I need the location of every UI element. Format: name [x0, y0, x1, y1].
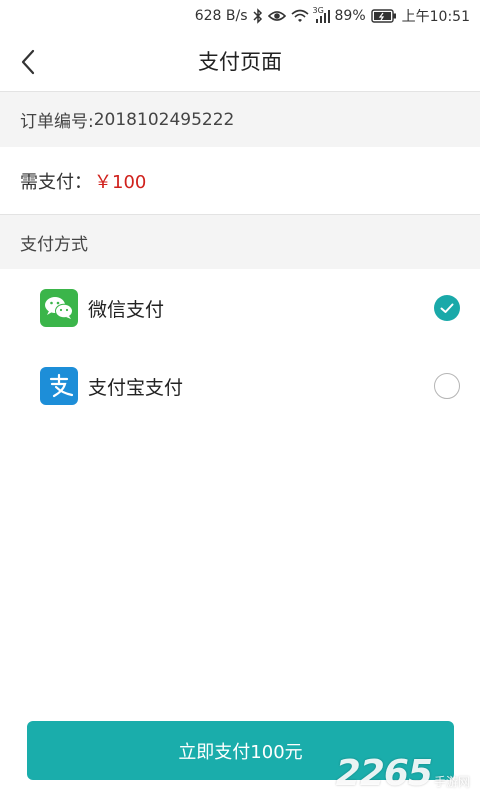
- signal-icon: 3G: [312, 6, 330, 23]
- amount-row: 需支付： ￥100: [0, 147, 480, 215]
- pay-now-button[interactable]: 立即支付100元: [27, 721, 454, 780]
- order-number-row: 订单编号: 2018102495222: [0, 92, 480, 147]
- order-number-value: 2018102495222: [93, 109, 235, 130]
- check-icon: [440, 303, 454, 313]
- radio-unchecked[interactable]: [434, 373, 460, 399]
- payment-method-section-label: 支付方式: [0, 215, 480, 269]
- payment-option-label: 微信支付: [88, 298, 165, 321]
- page-header: 支付页面: [0, 32, 480, 92]
- payment-screen: 628 B/s 3G 89% 上午10:51 支付页面 订单编号: 2018102: [0, 0, 480, 800]
- page-title: 支付页面: [198, 50, 282, 74]
- radio-checked[interactable]: [434, 295, 460, 321]
- network-speed: 628 B/s: [194, 8, 248, 24]
- amount-value: ￥100: [94, 171, 147, 193]
- eye-icon: [267, 9, 286, 23]
- wifi-icon: [290, 9, 309, 23]
- status-time: 上午10:51: [401, 9, 470, 25]
- status-bar: 628 B/s 3G 89% 上午10:51: [0, 0, 480, 32]
- alipay-icon: [40, 367, 78, 405]
- payment-option-wechat[interactable]: 微信支付: [0, 269, 480, 347]
- bluetooth-icon: [252, 8, 263, 24]
- amount-label: 需支付：: [20, 171, 92, 193]
- payment-option-label: 支付宝支付: [88, 376, 184, 399]
- order-number-label: 订单编号:: [20, 112, 94, 132]
- wechat-icon: [40, 289, 78, 327]
- battery-icon: [370, 9, 397, 23]
- payment-method-list: 微信支付 支付宝支付: [0, 269, 480, 425]
- battery-percent: 89%: [334, 8, 366, 24]
- payment-option-alipay[interactable]: 支付宝支付: [0, 347, 480, 425]
- network-type: 3G: [312, 6, 324, 15]
